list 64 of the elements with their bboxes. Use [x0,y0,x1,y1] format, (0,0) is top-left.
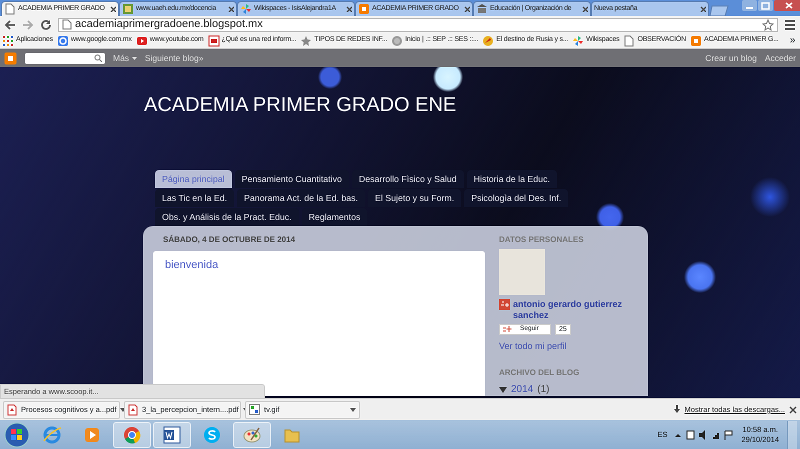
search-field[interactable] [25,52,105,64]
blogger-icon[interactable] [4,52,17,64]
search-icon [94,54,102,62]
star-icon [300,34,312,46]
emblem-icon [482,34,494,46]
page-tab[interactable]: Historia de la Educ. [466,170,557,188]
seal-icon [391,34,404,46]
close-icon[interactable] [346,6,352,12]
pdf-icon [128,404,138,416]
site-icon [122,3,134,15]
close-icon[interactable] [774,0,800,11]
word-icon[interactable] [162,424,182,444]
close-icon[interactable] [228,6,234,12]
apps-icon [2,34,14,46]
post-count: (1) [537,383,550,397]
pdf-icon [7,404,17,416]
address-bar[interactable]: academiaprimergradoene.blogspot.mx [58,18,778,32]
menu-icon[interactable] [784,18,796,30]
page-icon [62,19,72,30]
chrome-icon[interactable] [122,424,142,444]
section-heading: DATOS PERSONALES [499,234,585,246]
back-icon[interactable] [4,18,16,30]
caret-icon [350,408,356,412]
close-icon[interactable] [700,6,706,12]
start-button[interactable] [3,422,31,448]
close-icon[interactable] [789,406,797,414]
blog-title: ACADEMIA PRIMER GRADO ENE [144,95,458,115]
page-tab[interactable]: Las Tic en la Ed. [155,189,234,207]
tray-icons-drawing[interactable] [675,430,734,440]
avatar-placeholder [499,249,545,295]
building-icon [476,3,488,15]
next-blog-link[interactable]: Siguiente blog» [144,52,204,64]
close-icon[interactable] [582,6,588,12]
page-tab[interactable]: Obs. y Análisis de la Pract. Educ. [155,208,299,226]
post-title[interactable]: bienvenida [165,257,473,274]
toggle-icon[interactable] [499,386,507,394]
page-tab[interactable]: Reglamentos [302,208,368,226]
more-bookmarks-button[interactable]: » [787,33,798,48]
sign-in-link[interactable]: Acceder [764,52,796,64]
close-icon[interactable] [464,6,470,12]
profile-link[interactable]: Ver todo mi perfil [499,340,638,353]
page-tab[interactable]: El Sujeto y su Form. [368,189,462,207]
reload-icon[interactable] [40,18,52,30]
download-icon [672,405,681,414]
google-plus-icon [502,325,512,333]
more-menu[interactable]: Más [113,52,137,64]
blogger-icon [690,34,702,46]
play-icon [136,34,148,46]
post-date: SÁBADO, 4 DE OCTUBRE DE 2014 [163,234,296,246]
page-tab[interactable]: Psicologìa del Des. Inf. [464,189,568,207]
google-plus-icon [499,299,510,310]
pinwheel-icon [240,3,252,15]
close-icon[interactable] [110,6,116,12]
caret-icon [132,56,137,60]
image-icon [249,404,260,415]
profile-name-link[interactable]: antonio gerardo gutierrez sanchez [513,299,638,322]
archive-year-link[interactable]: 2014 [511,382,534,397]
star-icon[interactable] [762,18,774,30]
pinwheel-icon [572,34,584,46]
blogger-icon [358,3,370,15]
page-tab[interactable]: Pensamiento Cuantitativo [234,170,349,188]
page-tab[interactable]: Panorama Act. de la Ed. bas. [237,189,365,207]
create-blog-link[interactable]: Crear un blog [705,52,757,64]
section-heading: ARCHIVO DEL BLOG [499,367,580,379]
